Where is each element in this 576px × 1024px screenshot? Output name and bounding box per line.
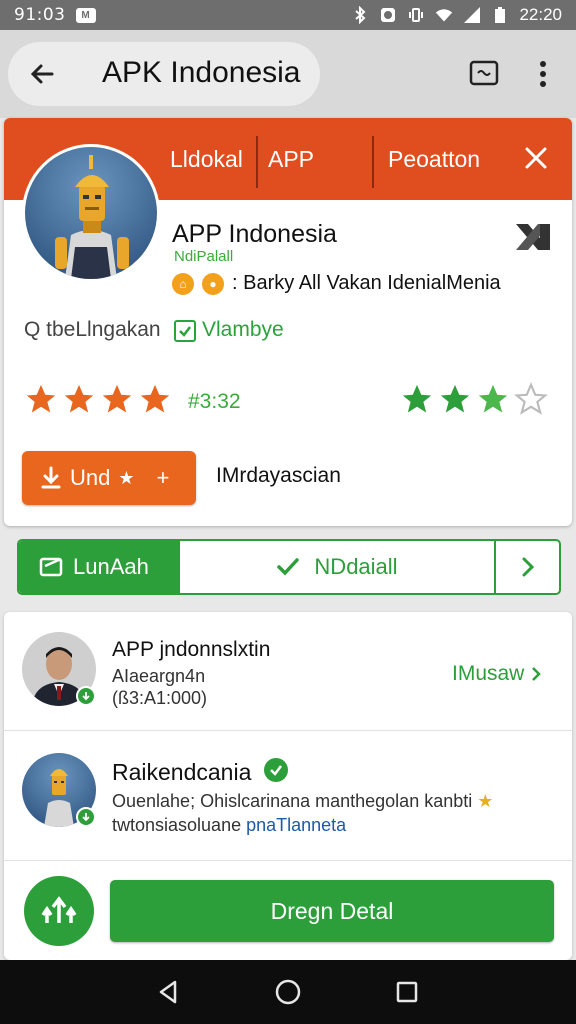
row2-desc-link[interactable]: pnaTlanneta: [246, 815, 346, 835]
back-arrow-icon[interactable]: [26, 58, 58, 90]
system-nav-bar: [0, 960, 576, 1024]
row2-desc-line1: Ouenlahe; Ohislcarinana manthegolan kanb…: [112, 791, 473, 811]
app-detail-card: Lldokal APP Peoatton APP Indonesia NdiPa…: [4, 118, 572, 526]
segmented-control: LunAah NDdaiall: [17, 539, 561, 595]
star-icon[interactable]: [476, 382, 510, 416]
segment-next[interactable]: [496, 541, 559, 593]
nav-recents-icon[interactable]: [391, 976, 423, 1008]
upload-fab[interactable]: [24, 876, 94, 946]
secondary-text: IMrdayascian: [216, 464, 341, 487]
row1-action-link[interactable]: IMusaw: [452, 662, 542, 686]
verified-badge-icon: [264, 758, 288, 782]
list-item[interactable]: APP jndonnslxtin AIaeargn4n (ß3:A1:000) …: [4, 612, 572, 730]
verified-icon: [76, 807, 96, 827]
star-icon: [26, 384, 56, 413]
chevron-right-icon: [532, 667, 542, 681]
home-badge-icon: ⌂: [172, 272, 194, 295]
status-icons: 22:20: [351, 5, 562, 25]
tab-app[interactable]: APP: [268, 146, 314, 173]
search-label[interactable]: Q tbeLlngakan: [24, 318, 161, 342]
row2-desc-line2: twtonsiasoluane: [112, 815, 242, 835]
brand-logo-icon: [514, 222, 552, 252]
download-icon: [41, 466, 61, 489]
segment-middle[interactable]: NDdaiall: [180, 541, 494, 593]
signal-icon: [463, 6, 481, 24]
install-button[interactable]: Und ★ +: [22, 451, 196, 505]
tab-separator: [372, 136, 374, 188]
badge-row: ⌂ ● : Barky All Vakan IdenialMenia: [172, 272, 501, 295]
row2-description-2: twtonsiasoluane pnaTlanneta: [112, 815, 346, 836]
checkbox-icon[interactable]: [174, 320, 196, 342]
row1-title: APP jndonnslxtin: [112, 638, 271, 661]
row1-subtitle: AIaeargn4n: [112, 666, 206, 686]
star-icon[interactable]: [438, 382, 472, 416]
battery-icon: [491, 6, 509, 24]
row2-title: Raikendcania: [112, 759, 252, 785]
tab-lokal[interactable]: Lldokal: [170, 146, 243, 173]
tab-peoatton[interactable]: Peoatton: [388, 146, 480, 173]
screen-icon: [39, 557, 63, 577]
cast-icon[interactable]: [468, 58, 500, 88]
list-item[interactable]: Raikendcania Ouenlahe; Ohislcarinana man…: [4, 731, 572, 859]
verified-icon: [76, 686, 96, 706]
upload-arrows-icon: [41, 896, 77, 923]
rating-number: #3:32: [188, 390, 241, 413]
install-star: ★: [118, 467, 135, 488]
page-title: APK Indonesia: [102, 56, 301, 89]
nav-back-icon[interactable]: [153, 976, 185, 1008]
orange-star-rating: [24, 382, 172, 416]
status-time-left: 91:03: [14, 5, 66, 25]
star-icon: [102, 384, 132, 413]
list-card: APP jndonnslxtin AIaeargn4n (ß3:A1:000) …: [4, 612, 572, 960]
check-icon: [277, 558, 300, 576]
star-icon[interactable]: [400, 382, 434, 416]
star-icon: ★: [477, 791, 494, 811]
app-developer[interactable]: NdiPalall: [174, 248, 233, 265]
star-outline-icon[interactable]: [514, 382, 548, 416]
more-vert-icon[interactable]: [530, 58, 556, 90]
robot-mascot-icon: [55, 155, 129, 279]
star-icon: [64, 384, 94, 413]
segment-left[interactable]: LunAah: [19, 541, 180, 593]
nav-home-icon[interactable]: [272, 976, 304, 1008]
segment-middle-label: NDdaiall: [314, 554, 398, 579]
install-label: Und: [70, 465, 111, 490]
status-bar: 91:03 M 22:20: [0, 0, 576, 30]
bluetooth-icon: [351, 6, 369, 24]
checkbox-label: Vlambye: [202, 318, 284, 341]
star-icon: [140, 384, 170, 413]
app-bar: APK Indonesia: [0, 30, 576, 118]
green-star-rating[interactable]: [400, 382, 548, 416]
row1-action-label: IMusaw: [452, 662, 525, 685]
status-time-right: 22:20: [519, 5, 562, 24]
award-badge-icon: ●: [202, 272, 224, 295]
detail-button[interactable]: Dregn Detal: [110, 880, 554, 942]
segment-left-label: LunAah: [73, 554, 149, 579]
vibrate-icon: [407, 6, 425, 24]
chevron-right-icon: [522, 557, 534, 577]
alarm-icon: [379, 6, 397, 24]
divider: [4, 860, 572, 861]
wifi-icon: [435, 6, 453, 24]
app-avatar: [22, 144, 160, 282]
row2-description: Ouenlahe; Ohislcarinana manthegolan kanb…: [112, 791, 493, 812]
app-name: APP Indonesia: [172, 220, 337, 248]
install-plus: +: [156, 465, 170, 490]
tab-separator: [256, 136, 258, 188]
close-icon[interactable]: [522, 144, 550, 172]
badge-text: : Barky All Vakan IdenialMenia: [232, 272, 501, 294]
row1-meta: (ß3:A1:000): [112, 688, 208, 708]
notification-icon: M: [75, 7, 96, 23]
